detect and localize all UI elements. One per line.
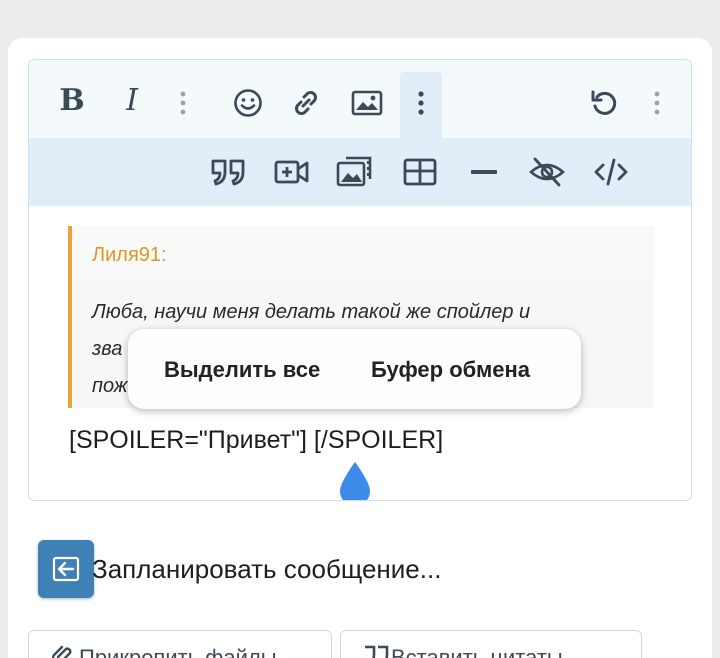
editor-toolbar-secondary — [29, 138, 691, 206]
more-options-icon[interactable] — [649, 88, 665, 118]
bold-button[interactable]: B — [57, 82, 87, 118]
media-gallery-icon[interactable] — [335, 152, 377, 190]
select-all-menu-item[interactable]: Выделить все — [164, 357, 320, 383]
insert-quotes-button[interactable]: Вставить цитаты — [340, 630, 642, 658]
insert-video-icon[interactable] — [273, 156, 311, 188]
code-icon[interactable] — [591, 154, 631, 190]
schedule-message-label: Запланировать сообщение... — [92, 553, 442, 584]
more-text-options-icon[interactable] — [175, 88, 191, 118]
italic-button[interactable]: I — [117, 82, 147, 118]
insert-quotes-label: Вставить цитаты — [391, 645, 563, 658]
back-arrow-icon[interactable] — [38, 540, 94, 598]
text-cursor-handle[interactable] — [336, 460, 374, 500]
quote-author[interactable]: Лиля91: — [92, 244, 167, 267]
clipboard-menu-item[interactable]: Буфер обмена — [371, 357, 530, 383]
link-icon[interactable] — [289, 86, 323, 120]
image-icon[interactable] — [350, 88, 384, 118]
attach-files-button[interactable]: Прикрепить файлы — [28, 630, 332, 658]
paperclip-icon — [51, 643, 75, 658]
editor-text-spoiler[interactable]: [SPOILER="Привет"] [/SPOILER] — [69, 426, 443, 455]
emoji-icon[interactable] — [231, 86, 265, 120]
more-insert-options-icon[interactable] — [413, 88, 429, 118]
quote-icon[interactable] — [209, 156, 249, 188]
text-context-menu: Выделить все Буфер обмена — [128, 329, 581, 409]
horizontal-line-icon[interactable] — [469, 156, 499, 188]
schedule-message-row[interactable]: Запланировать сообщение... — [38, 540, 441, 598]
quote-line-1: Люба, научи меня делать такой же спойлер… — [92, 301, 531, 323]
attach-files-label: Прикрепить файлы — [79, 645, 277, 658]
quote-header: Лиля91: — [72, 226, 654, 282]
quote-marks-icon — [363, 643, 391, 658]
table-icon[interactable] — [402, 156, 438, 188]
rich-text-editor[interactable]: B I Лиля91: Люба, научи меня делать тако… — [28, 59, 692, 501]
undo-icon[interactable] — [587, 86, 621, 120]
editor-toolbar-primary: B I — [29, 60, 691, 138]
spoiler-hide-icon[interactable] — [527, 154, 567, 190]
